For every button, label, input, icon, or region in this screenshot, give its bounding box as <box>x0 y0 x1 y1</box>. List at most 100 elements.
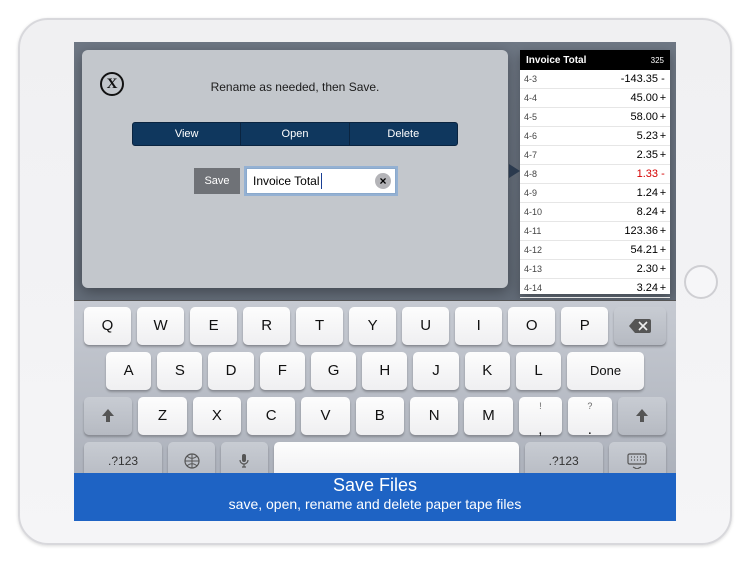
key-exclaim[interactable]: ! , <box>519 397 563 435</box>
tape-row-op: + <box>658 187 668 199</box>
tape-row[interactable]: 4-143.24+ <box>520 279 670 298</box>
tape-row[interactable]: 4-558.00+ <box>520 108 670 127</box>
key-row-2: ASDFGHJKLDone <box>80 352 670 390</box>
tape-row-label: 4-14 <box>524 283 554 293</box>
key-a[interactable]: A <box>106 352 151 390</box>
tape-header: Invoice Total 325 <box>520 50 670 70</box>
key-g[interactable]: G <box>311 352 356 390</box>
tape-row-label: 4-4 <box>524 93 554 103</box>
tape-row-op: + <box>658 149 668 161</box>
key-h[interactable]: H <box>362 352 407 390</box>
hide-keyboard-icon <box>627 453 647 469</box>
key-t[interactable]: T <box>296 307 343 345</box>
key-x[interactable]: X <box>193 397 241 435</box>
key-q[interactable]: Q <box>84 307 131 345</box>
tape-pointer-icon <box>509 164 520 178</box>
tape-row-value: 2.30 <box>554 263 658 275</box>
key-z[interactable]: Z <box>138 397 186 435</box>
key-i[interactable]: I <box>455 307 502 345</box>
key-b[interactable]: B <box>356 397 404 435</box>
tape-row-value: 5.23 <box>554 130 658 142</box>
tape-row[interactable]: 4-72.35+ <box>520 146 670 165</box>
tape-row-label: 4-10 <box>524 207 554 217</box>
key-question[interactable]: ? . <box>568 397 612 435</box>
globe-icon <box>184 453 200 469</box>
tape-count: 325 <box>651 56 664 65</box>
tape-row-label: 4-5 <box>524 112 554 122</box>
key-y[interactable]: Y <box>349 307 396 345</box>
filename-input[interactable]: Invoice Total × <box>246 168 396 194</box>
backspace-key[interactable] <box>614 307 666 345</box>
tape-row-label: 4-7 <box>524 150 554 160</box>
segmented-control: View Open Delete <box>132 122 458 146</box>
app-screen: X Rename as needed, then Save. View Open… <box>74 42 676 521</box>
save-row: Save Invoice Total × <box>194 168 396 194</box>
tape-row[interactable]: 4-65.23+ <box>520 127 670 146</box>
tape-row-op: - <box>658 168 668 180</box>
tape-row-op: + <box>658 225 668 237</box>
done-key[interactable]: Done <box>567 352 644 390</box>
key-f[interactable]: F <box>260 352 305 390</box>
tape-row[interactable]: 4-81.33- <box>520 165 670 184</box>
key-k[interactable]: K <box>465 352 510 390</box>
shift-key-right[interactable] <box>618 397 666 435</box>
key-d[interactable]: D <box>208 352 253 390</box>
tape-row[interactable]: 4-91.24+ <box>520 184 670 203</box>
tape-row-op: - <box>658 73 668 85</box>
tape-row-op: + <box>658 111 668 123</box>
save-dialog: X Rename as needed, then Save. View Open… <box>82 50 508 288</box>
key-n[interactable]: N <box>410 397 458 435</box>
save-button[interactable]: Save <box>194 168 240 194</box>
shift-key-left[interactable] <box>84 397 132 435</box>
key-j[interactable]: J <box>413 352 458 390</box>
tape-row-op: + <box>658 263 668 275</box>
key-r[interactable]: R <box>243 307 290 345</box>
tape-row-label: 4-8 <box>524 169 554 179</box>
tape-row-label: 4-11 <box>524 226 554 236</box>
clear-icon[interactable]: × <box>375 173 391 189</box>
tape-row[interactable]: 4-108.24+ <box>520 203 670 222</box>
key-o[interactable]: O <box>508 307 555 345</box>
tape-row-value: 45.00 <box>554 92 658 104</box>
tape-row-value: 1.24 <box>554 187 658 199</box>
key-s[interactable]: S <box>157 352 202 390</box>
caption-banner: Save Files save, open, rename and delete… <box>74 473 676 521</box>
seg-view[interactable]: View <box>133 123 241 145</box>
key-c[interactable]: C <box>247 397 295 435</box>
banner-title: Save Files <box>74 475 676 496</box>
tape-row[interactable]: 4-11123.36+ <box>520 222 670 241</box>
tape-rows[interactable]: 4-3-143.35-4-445.00+4-558.00+4-65.23+4-7… <box>520 70 670 298</box>
tape-row[interactable]: 4-445.00+ <box>520 89 670 108</box>
shift-icon <box>101 409 115 423</box>
tape-row-value: 3.24 <box>554 282 658 294</box>
key-l[interactable]: L <box>516 352 561 390</box>
key-u[interactable]: U <box>402 307 449 345</box>
key-row-1: QWERTYUIOP <box>80 307 670 345</box>
tape-row-value: 2.35 <box>554 149 658 161</box>
shift-icon <box>635 409 649 423</box>
tape-title: Invoice Total <box>526 55 586 66</box>
tape-row[interactable]: 4-132.30+ <box>520 260 670 279</box>
tape-row-op: + <box>658 206 668 218</box>
key-e[interactable]: E <box>190 307 237 345</box>
tape-row-op: + <box>658 282 668 294</box>
tape-row-label: 4-6 <box>524 131 554 141</box>
work-area: X Rename as needed, then Save. View Open… <box>74 42 676 300</box>
ipad-frame: X Rename as needed, then Save. View Open… <box>18 18 732 545</box>
tape-row-op: + <box>658 244 668 256</box>
tape-panel: Invoice Total 325 4-3-143.35-4-445.00+4-… <box>520 50 670 294</box>
seg-open[interactable]: Open <box>241 123 349 145</box>
key-m[interactable]: M <box>464 397 512 435</box>
tape-row[interactable]: 4-3-143.35- <box>520 70 670 89</box>
key-p[interactable]: P <box>561 307 608 345</box>
tape-row-label: 4-12 <box>524 245 554 255</box>
tape-row-value: 1.33 <box>554 168 658 180</box>
seg-delete[interactable]: Delete <box>350 123 457 145</box>
key-v[interactable]: V <box>301 397 349 435</box>
backspace-icon <box>629 319 651 333</box>
tape-row-label: 4-3 <box>524 74 554 84</box>
tape-row-value: 8.24 <box>554 206 658 218</box>
key-w[interactable]: W <box>137 307 184 345</box>
tape-row[interactable]: 4-1254.21+ <box>520 241 670 260</box>
home-button[interactable] <box>684 265 718 299</box>
